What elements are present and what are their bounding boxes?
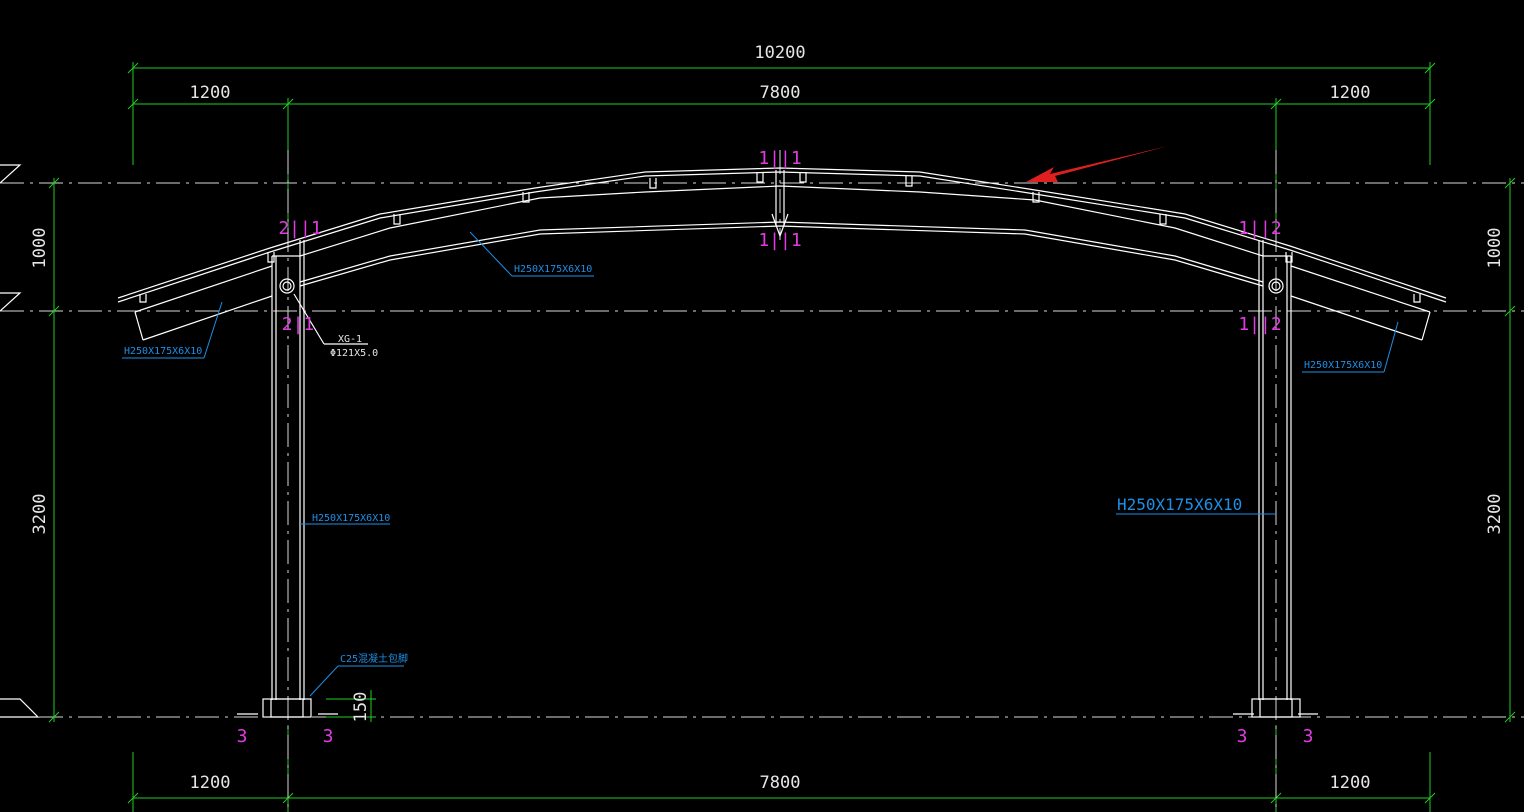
dim-right-upper: 1000 — [1485, 228, 1505, 269]
red-arrow-annotation — [1026, 146, 1168, 182]
leader-lines — [122, 231, 1399, 697]
label-left-cantilever: H250X175X6X10 — [124, 346, 202, 357]
section-apex-bottom: 1||1 — [758, 230, 801, 251]
cad-drawing-canvas: 10200 1200 7800 1200 1200 7800 1200 1000… — [0, 43, 1524, 812]
label-right-column: H250X175X6X10 — [1117, 495, 1242, 514]
dim-base: 150 — [351, 692, 371, 723]
dim-overall: 10200 — [754, 43, 805, 63]
dim-left-lower: 3200 — [30, 494, 50, 535]
section-apex-top: 1||1 — [758, 148, 801, 169]
left-column — [262, 240, 312, 718]
section-right-knee-top: 1||2 — [1238, 218, 1281, 239]
level-lines — [0, 182, 1524, 718]
label-foundation: C25混凝土包脚 — [340, 652, 408, 665]
label-brace: XG-1 — [338, 334, 362, 345]
dim-bot-mid: 7800 — [760, 773, 801, 793]
section-base-rr: 3 — [1303, 726, 1314, 747]
dim-top-mid: 7800 — [760, 83, 801, 103]
label-rafter: H250X175X6X10 — [514, 264, 592, 275]
side-dimension-lines — [48, 177, 1516, 723]
section-left-knee-top: 2||1 — [278, 218, 321, 239]
section-base-rl: 3 — [1237, 726, 1248, 747]
label-brace-size: Φ121X5.0 — [330, 348, 378, 359]
dim-top-left: 1200 — [190, 83, 231, 103]
section-left-knee-bottom: 2|1 — [282, 314, 315, 335]
knee-joints — [272, 255, 1291, 294]
dim-bot-left: 1200 — [190, 773, 231, 793]
dim-top-right: 1200 — [1330, 83, 1371, 103]
section-base-lr: 3 — [323, 726, 334, 747]
dim-bot-right: 1200 — [1330, 773, 1371, 793]
dim-left-upper: 1000 — [30, 228, 50, 269]
section-right-knee-bottom: 1||2 — [1238, 314, 1281, 335]
dim-right-lower: 3200 — [1485, 494, 1505, 535]
label-right-cantilever: H250X175X6X10 — [1304, 360, 1382, 371]
label-left-column: H250X175X6X10 — [312, 513, 390, 524]
section-base-ll: 3 — [237, 726, 248, 747]
